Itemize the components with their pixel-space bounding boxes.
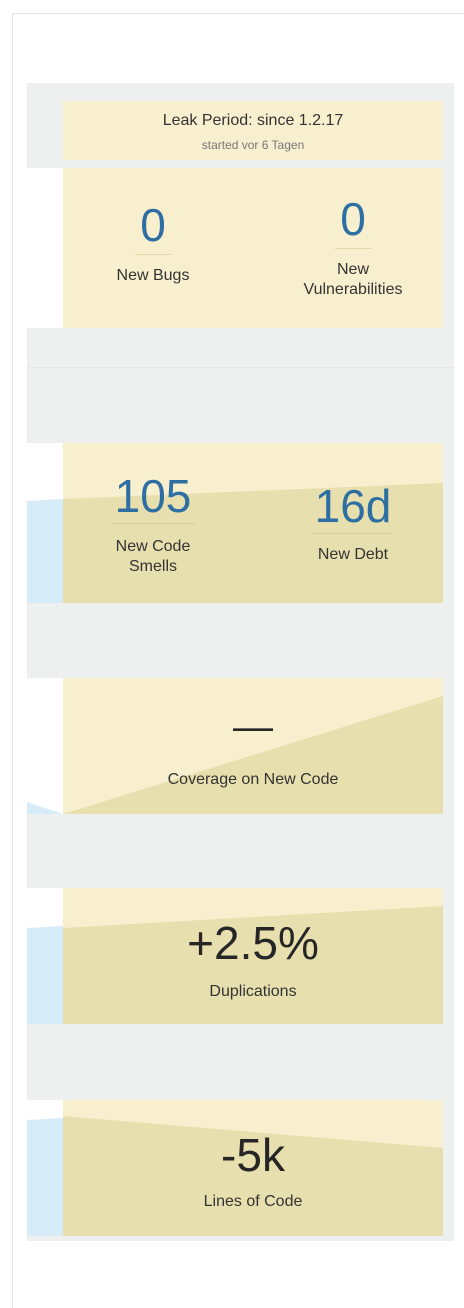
chart-area-left	[27, 499, 63, 603]
new-bugs-metric[interactable]: 0 New Bugs	[103, 198, 203, 286]
left-strip	[27, 168, 63, 328]
new-code-smells-label-line2: Smells	[128, 558, 177, 575]
metric-underline	[313, 533, 393, 534]
reliability-security-card: 0 New Bugs 0 New Vulnerabilities	[63, 168, 443, 328]
new-vulnerabilities-value[interactable]: 0	[288, 192, 418, 246]
new-code-smells-label-line1: New Code	[115, 538, 191, 555]
coverage-value[interactable]: —	[63, 704, 443, 750]
leak-period-title: Leak Period: since 1.2.17	[162, 112, 344, 129]
new-code-smells-value[interactable]: 105	[93, 469, 213, 523]
lines-of-code-label: Lines of Code	[203, 1193, 303, 1210]
new-vulnerabilities-label-line1: New	[336, 261, 369, 278]
new-bugs-value[interactable]: 0	[103, 198, 203, 252]
new-bugs-label: New Bugs	[116, 267, 190, 284]
coverage-card: — Coverage on New Code	[63, 678, 443, 814]
metric-underline	[135, 254, 171, 255]
duplications-value[interactable]: +2.5%	[63, 916, 443, 970]
chart-area-left	[27, 1118, 63, 1236]
metric-underline	[335, 248, 371, 249]
new-vulnerabilities-metric[interactable]: 0 New Vulnerabilities	[288, 192, 418, 300]
chart-area-left	[27, 926, 63, 1024]
size-card: -5k Lines of Code	[63, 1100, 443, 1236]
lines-of-code-value[interactable]: -5k	[63, 1128, 443, 1182]
duplications-label: Duplications	[209, 983, 297, 1000]
metric-underline	[111, 523, 195, 524]
new-debt-label: New Debt	[317, 546, 389, 563]
chart-area-left	[27, 802, 63, 814]
divider	[27, 367, 454, 368]
maintainability-card: 105 New Code Smells 16d New Debt	[63, 443, 443, 603]
coverage-label: Coverage on New Code	[167, 771, 339, 788]
leak-period-card: Leak Period: since 1.2.17 started vor 6 …	[63, 101, 443, 160]
new-debt-metric[interactable]: 16d New Debt	[293, 479, 413, 565]
new-vulnerabilities-label-line2: Vulnerabilities	[303, 281, 403, 298]
new-debt-value[interactable]: 16d	[293, 479, 413, 533]
leak-period-start: started vor 6 Tagen	[201, 138, 305, 152]
duplications-card: +2.5% Duplications	[63, 888, 443, 1024]
